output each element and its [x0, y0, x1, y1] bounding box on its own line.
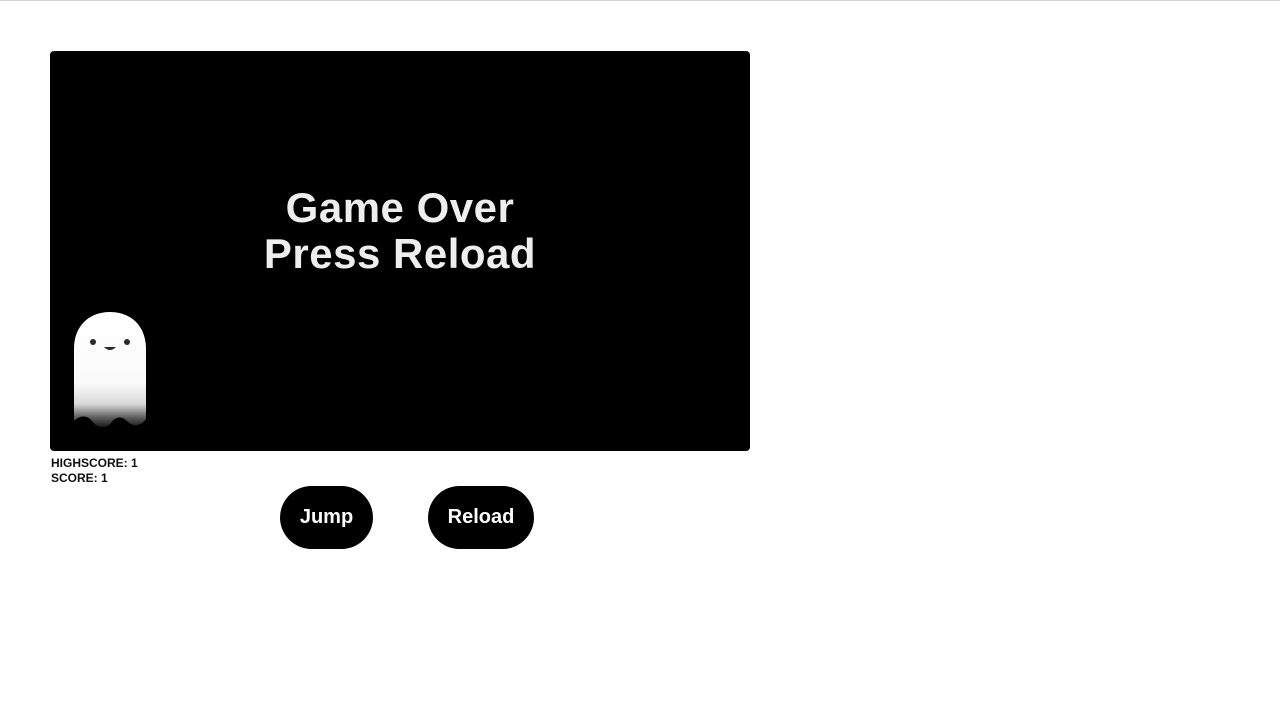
ghost-icon [74, 312, 146, 428]
game-over-line: Game Over [285, 184, 515, 231]
top-divider [0, 0, 1280, 1]
reload-button[interactable]: Reload [428, 486, 534, 549]
jump-button[interactable]: Jump [280, 486, 373, 549]
highscore-text: HIGHSCORE: 1 [51, 456, 138, 470]
game-over-message: Game Over Press Reload [50, 185, 750, 277]
score-panel: HIGHSCORE: 1 SCORE: 1 [51, 456, 138, 486]
press-reload-line: Press Reload [263, 230, 537, 277]
game-canvas[interactable]: Game Over Press Reload [50, 51, 750, 451]
score-text: SCORE: 1 [51, 471, 108, 485]
